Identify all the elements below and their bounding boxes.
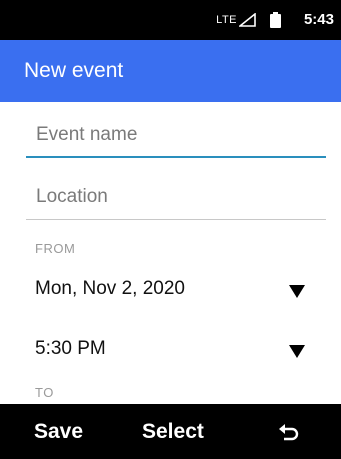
from-date-dropdown[interactable]: Mon, Nov 2, 2020 — [35, 278, 305, 306]
event-name-field[interactable] — [26, 124, 326, 158]
dropdown-arrow-icon — [289, 285, 305, 298]
battery-icon — [270, 12, 281, 28]
from-date-value: Mon, Nov 2, 2020 — [35, 278, 185, 299]
from-time-dropdown[interactable]: 5:30 PM — [35, 338, 305, 366]
to-label: TO — [35, 385, 54, 400]
status-bar: LTE 5:43 — [0, 0, 341, 40]
softkey-bar: Save Select — [0, 404, 341, 459]
from-time-value: 5:30 PM — [35, 338, 106, 359]
clock: 5:43 — [303, 11, 334, 28]
app-bar: New event — [0, 40, 341, 102]
save-softkey[interactable]: Save — [34, 420, 83, 444]
dropdown-arrow-icon — [289, 345, 305, 358]
signal-icon — [239, 13, 256, 27]
event-name-underline — [26, 156, 326, 158]
page-title: New event — [24, 59, 124, 82]
select-softkey[interactable]: Select — [142, 420, 204, 444]
event-name-input[interactable] — [36, 124, 326, 146]
location-field[interactable] — [26, 186, 326, 220]
back-icon[interactable] — [279, 424, 299, 442]
from-label: FROM — [35, 241, 76, 256]
location-underline — [26, 219, 326, 220]
network-type: LTE — [216, 14, 237, 26]
location-input[interactable] — [36, 186, 326, 208]
